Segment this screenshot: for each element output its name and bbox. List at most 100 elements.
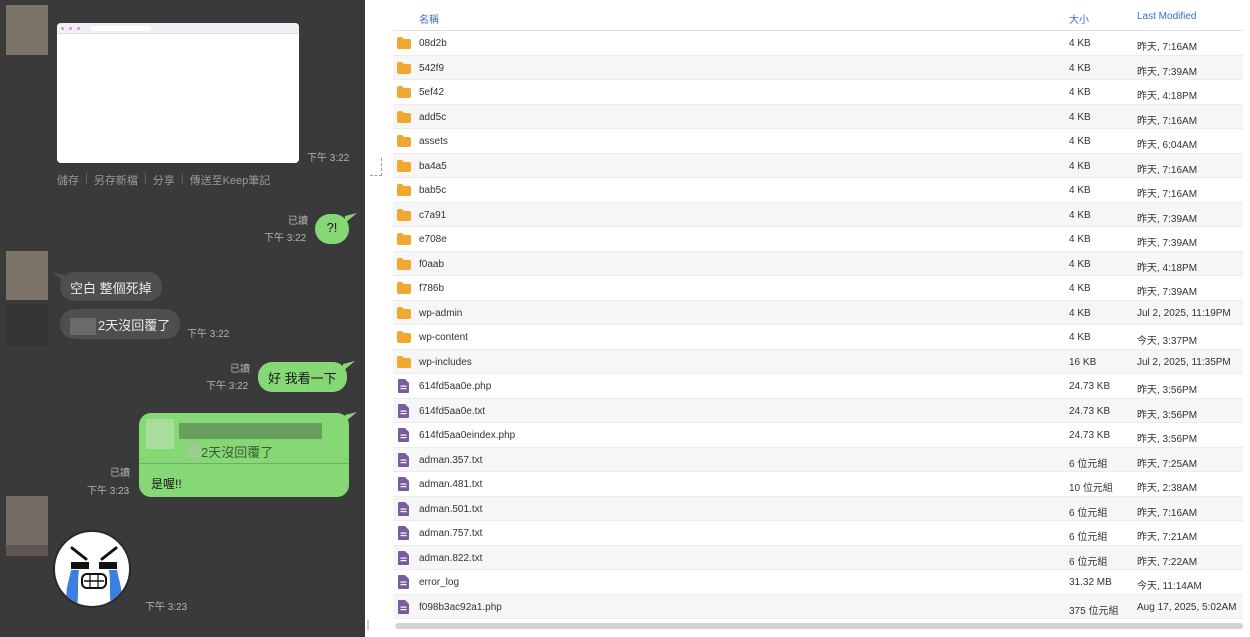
file-name[interactable]: f786b [419, 283, 444, 294]
file-name[interactable]: f098b3ac92a1.php [419, 602, 502, 613]
file-name[interactable]: 08d2b [419, 38, 447, 49]
image-message[interactable] [57, 23, 299, 163]
table-row[interactable]: ba4a5 4 KB 昨天, 7:16AM [393, 153, 1243, 178]
file-name[interactable]: adman.357.txt [419, 455, 482, 466]
table-row[interactable]: assets 4 KB 昨天, 6:04AM [393, 129, 1243, 154]
message-text: 2天沒回覆了 [98, 318, 171, 333]
file-size: 31.32 MB [1069, 577, 1112, 588]
table-row[interactable]: error_log 31.32 MB 今天, 11:14AM [393, 570, 1243, 595]
file-icon [398, 403, 409, 423]
read-receipt: 已讀 [230, 364, 250, 375]
crying-face-icon [66, 546, 122, 606]
file-name[interactable]: wp-includes [419, 357, 472, 368]
file-name[interactable]: bab5c [419, 185, 446, 196]
folder-icon [397, 330, 411, 348]
table-row[interactable]: 5ef42 4 KB 昨天, 4:18PM [393, 80, 1243, 105]
redacted-block [187, 444, 201, 458]
file-name[interactable]: assets [419, 136, 448, 147]
crying-sticker[interactable] [53, 530, 131, 608]
avatar[interactable] [6, 496, 48, 556]
file-modified: 昨天, 7:25AM [1137, 458, 1198, 470]
folder-icon [397, 183, 411, 201]
file-modified: Aug 17, 2025, 5:02AM [1137, 601, 1237, 613]
folder-icon [397, 134, 411, 152]
file-name[interactable]: wp-content [419, 332, 468, 343]
table-row[interactable]: e708e 4 KB 昨天, 7:39AM [393, 227, 1243, 252]
save-as-action[interactable]: 另存新檔 [94, 172, 138, 188]
horizontal-scrollbar[interactable] [395, 623, 1243, 629]
file-name[interactable]: ba4a5 [419, 161, 447, 172]
file-modified: 昨天, 7:16AM [1137, 164, 1198, 176]
file-size: 4 KB [1069, 62, 1091, 74]
folder-icon [397, 110, 411, 128]
sent-message-bubble[interactable]: 好 我看一下 [258, 362, 347, 392]
file-name[interactable]: f0aab [419, 259, 444, 270]
table-row[interactable]: f0aab 4 KB 昨天, 4:18PM [393, 251, 1243, 276]
table-row[interactable]: 542f9 4 KB 昨天, 7:39AM [393, 55, 1243, 80]
share-action[interactable]: 分享 [153, 172, 175, 188]
send-to-keep-action[interactable]: 傳送至Keep筆記 [190, 172, 271, 188]
file-name[interactable]: adman.501.txt [419, 504, 482, 515]
table-row[interactable]: f098b3ac92a1.php 375 位元組 Aug 17, 2025, 5:0… [393, 594, 1243, 619]
file-modified: 昨天, 7:22AM [1137, 556, 1198, 568]
avatar[interactable] [6, 5, 48, 55]
file-name[interactable]: e708e [419, 234, 447, 245]
file-modified: 昨天, 2:38AM [1137, 483, 1198, 494]
reply-message-bubble[interactable]: 2天沒回覆了 是喔!! [139, 413, 349, 497]
folder-icon [397, 257, 411, 275]
panel-gap [365, 0, 393, 637]
file-name[interactable]: adman.481.txt [419, 479, 482, 490]
save-action[interactable]: 儲存 [57, 172, 79, 188]
file-size: 6 位元組 [1069, 458, 1108, 470]
file-name[interactable]: 5ef42 [419, 87, 444, 98]
file-name[interactable]: 614fd5aa0e.php [419, 381, 491, 392]
file-size: 4 KB [1069, 258, 1091, 270]
file-name[interactable]: error_log [419, 577, 459, 588]
table-row[interactable]: 614fd5aa0eindex.php 24.73 KB 昨天, 3:56PM [393, 423, 1243, 448]
file-icon [398, 575, 409, 594]
file-name[interactable]: 614fd5aa0eindex.php [419, 430, 515, 441]
file-size: 4 KB [1069, 307, 1091, 319]
separator: | [143, 172, 147, 184]
table-row[interactable]: wp-includes 16 KB Jul 2, 2025, 11:35PM [393, 349, 1243, 374]
file-name[interactable]: adman.757.txt [419, 528, 482, 539]
file-name[interactable]: wp-admin [419, 308, 462, 319]
table-row[interactable]: wp-content 4 KB 今天, 3:37PM [393, 325, 1243, 350]
sent-message-bubble[interactable]: ?! [315, 214, 349, 244]
received-message-bubble[interactable]: 2天沒回覆了 [60, 309, 181, 339]
table-row[interactable]: 614fd5aa0e.txt 24.73 KB 昨天, 3:56PM [393, 398, 1243, 423]
file-icon [398, 550, 409, 570]
size-column-header[interactable]: 大小 [1069, 11, 1089, 26]
table-row[interactable]: bab5c 4 KB 昨天, 7:16AM [393, 178, 1243, 203]
file-size: 4 KB [1069, 136, 1091, 147]
file-size: 4 KB [1069, 87, 1091, 98]
file-modified: 昨天, 3:56PM [1137, 409, 1198, 421]
file-name[interactable]: 614fd5aa0e.txt [419, 406, 485, 417]
table-row[interactable]: c7a91 4 KB 昨天, 7:39AM [393, 202, 1243, 227]
scrollbar-edge [367, 620, 369, 630]
name-column-header[interactable]: 名稱 [419, 11, 439, 26]
file-name[interactable]: add5c [419, 112, 446, 123]
lower [6, 545, 48, 556]
table-row[interactable]: wp-admin 4 KB Jul 2, 2025, 11:19PM [393, 300, 1243, 325]
table-row[interactable]: adman.357.txt 6 位元組 昨天, 7:25AM [393, 447, 1243, 472]
file-modified: 昨天, 7:16AM [1137, 115, 1198, 127]
avatar[interactable] [6, 251, 48, 300]
file-modified: 昨天, 7:39AM [1137, 238, 1198, 249]
redacted-block [179, 423, 322, 439]
table-row[interactable]: adman.822.txt 6 位元組 昨天, 7:22AM [393, 545, 1243, 570]
table-row[interactable]: adman.481.txt 10 位元組 昨天, 2:38AM [393, 472, 1243, 497]
table-row[interactable]: 614fd5aa0e.php 24.73 KB 昨天, 3:56PM [393, 374, 1243, 399]
table-row[interactable]: add5c 4 KB 昨天, 7:16AM [393, 104, 1243, 129]
received-message-bubble[interactable]: 空白 整個死掉 [60, 272, 162, 301]
table-row[interactable]: 08d2b 4 KB 昨天, 7:16AM [393, 31, 1243, 56]
modified-column-header[interactable]: Last Modified [1137, 11, 1196, 22]
file-name[interactable]: c7a91 [419, 210, 446, 221]
file-modified: 昨天, 3:56PM [1137, 434, 1198, 445]
file-modified: 昨天, 3:56PM [1137, 385, 1198, 396]
table-row[interactable]: adman.501.txt 6 位元組 昨天, 7:16AM [393, 496, 1243, 521]
file-name[interactable]: 542f9 [419, 63, 444, 74]
table-row[interactable]: adman.757.txt 6 位元組 昨天, 7:21AM [393, 521, 1243, 546]
table-row[interactable]: f786b 4 KB 昨天, 7:39AM [393, 276, 1243, 301]
file-name[interactable]: adman.822.txt [419, 553, 482, 564]
